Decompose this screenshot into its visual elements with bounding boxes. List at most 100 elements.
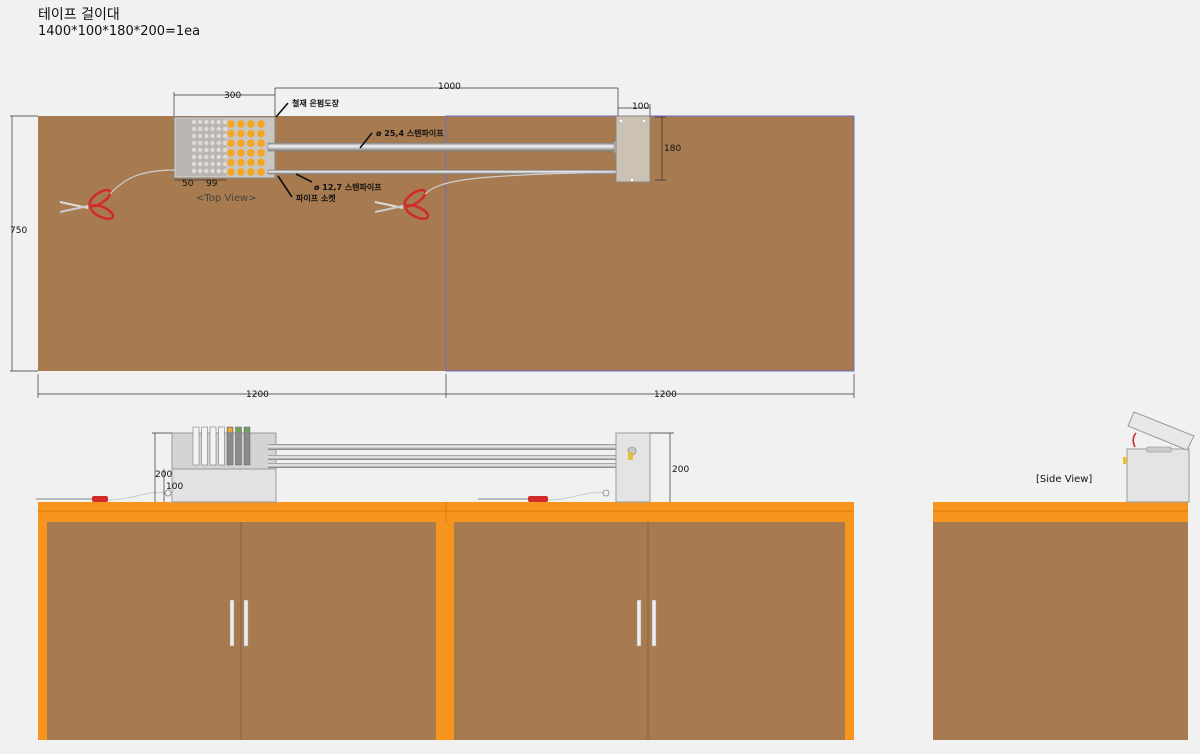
socket-dot bbox=[222, 126, 228, 132]
socket-dot bbox=[216, 119, 221, 125]
dim-750: 750 bbox=[10, 226, 27, 236]
socket-dot bbox=[204, 140, 209, 146]
tape-roll-dot bbox=[237, 168, 245, 176]
scissors-icon bbox=[36, 489, 172, 502]
socket-dot bbox=[198, 147, 203, 153]
label-socket: 파이프 소켓 bbox=[296, 193, 336, 203]
tape-roll-dot bbox=[247, 139, 255, 147]
socket-dot bbox=[210, 147, 215, 153]
tape-roll-dot bbox=[247, 129, 255, 138]
tape-roll-dot bbox=[247, 168, 255, 176]
pipe-large bbox=[267, 142, 619, 152]
socket-dot bbox=[216, 133, 221, 139]
dim-1200-right: 1200 bbox=[654, 390, 677, 400]
socket-dot bbox=[204, 147, 209, 153]
tape-roll-dot bbox=[247, 149, 255, 157]
socket-dot bbox=[222, 140, 228, 146]
socket-dot bbox=[210, 119, 215, 125]
socket-dot bbox=[210, 133, 215, 139]
socket-dot bbox=[222, 161, 228, 167]
socket-dot bbox=[216, 161, 221, 167]
socket-dot bbox=[222, 119, 228, 125]
tape-roll-dot bbox=[227, 120, 235, 128]
dim-1000: 1000 bbox=[438, 82, 461, 92]
tape-roll-dot bbox=[227, 139, 235, 147]
dim-300: 300 bbox=[224, 91, 241, 101]
socket-dot bbox=[191, 154, 197, 160]
dim-100: 100 bbox=[632, 102, 649, 112]
dim-1200-left: 1200 bbox=[246, 390, 269, 400]
drawing-canvas: 300 1000 100 180 750 50 99 1200 1200 <To… bbox=[10, 82, 1195, 740]
socket-dot bbox=[191, 119, 197, 125]
side-cabinet bbox=[933, 522, 1188, 740]
socket-dot bbox=[204, 126, 209, 132]
socket-dot bbox=[222, 168, 228, 174]
socket-dot bbox=[210, 126, 215, 132]
socket-dot bbox=[222, 154, 228, 160]
top-view-caption: <Top View> bbox=[196, 193, 257, 204]
dim-180: 180 bbox=[664, 144, 681, 154]
socket-dot bbox=[204, 133, 209, 139]
tape-holders bbox=[192, 426, 251, 466]
cabinet-frame-left bbox=[38, 522, 47, 740]
front-view: 200 100 200 bbox=[36, 426, 854, 740]
socket-dot bbox=[210, 140, 215, 146]
socket-dot bbox=[210, 154, 215, 160]
socket-dot bbox=[191, 147, 197, 153]
socket-dot bbox=[204, 168, 209, 174]
tape-roll-dot bbox=[257, 129, 265, 138]
socket-dot bbox=[216, 140, 221, 146]
tape-roll-dot bbox=[227, 158, 235, 167]
socket-dot bbox=[198, 119, 203, 125]
tape-roll-dot bbox=[257, 168, 265, 176]
cabinet-frame-mid bbox=[436, 522, 454, 740]
end-bracket bbox=[615, 115, 651, 183]
tape-roll-dot bbox=[227, 129, 235, 138]
tape-holder bbox=[209, 426, 217, 466]
socket-dot bbox=[222, 133, 228, 139]
tape-holder bbox=[218, 426, 225, 466]
socket-dot bbox=[191, 168, 197, 174]
dim-front-200: 200 bbox=[155, 470, 172, 480]
dim-50: 50 bbox=[182, 179, 194, 189]
socket-dot bbox=[198, 140, 203, 146]
tape-roll-dot bbox=[237, 139, 245, 147]
socket-dot bbox=[216, 154, 221, 160]
socket-dot bbox=[191, 161, 197, 167]
socket-dot bbox=[216, 126, 221, 132]
socket-dot bbox=[204, 154, 209, 160]
socket-dot bbox=[204, 161, 209, 167]
tape-roll-dot bbox=[237, 158, 245, 167]
socket-dot bbox=[198, 126, 203, 132]
side-view: [Side View] bbox=[933, 411, 1195, 740]
socket-dot bbox=[198, 154, 203, 160]
socket-dot bbox=[222, 147, 228, 153]
tape-holder bbox=[201, 426, 208, 466]
label-pipe-large: ø 25,4 스텐파이프 bbox=[376, 128, 444, 138]
tape-roll-dot bbox=[257, 158, 265, 167]
socket-dot bbox=[216, 147, 221, 153]
dim-front-100: 100 bbox=[166, 482, 183, 492]
tape-roll-dot bbox=[257, 120, 265, 128]
socket-dot bbox=[210, 161, 215, 167]
tape-holder bbox=[243, 426, 251, 466]
tape-roll-dot bbox=[237, 149, 245, 157]
pipe-front-small bbox=[268, 463, 618, 468]
pipe-front-mid bbox=[268, 455, 618, 460]
socket-dot bbox=[191, 133, 197, 139]
side-counter-top bbox=[933, 502, 1188, 522]
socket-dot bbox=[191, 126, 197, 132]
socket-dot bbox=[198, 161, 203, 167]
dim-front-200-right: 200 bbox=[672, 465, 689, 475]
cabinet-frame-right bbox=[845, 522, 854, 740]
tape-roll-dot bbox=[237, 129, 245, 138]
socket-dot bbox=[216, 168, 221, 174]
end-bracket-front bbox=[615, 432, 651, 503]
label-finish: 철재 은펌도장 bbox=[292, 98, 340, 108]
socket-dot bbox=[198, 168, 203, 174]
tape-holder-cap bbox=[227, 427, 233, 433]
tape-holder bbox=[235, 426, 242, 466]
socket-dot bbox=[204, 119, 209, 125]
tape-roll-dot bbox=[227, 149, 235, 157]
socket-dot bbox=[191, 140, 197, 146]
